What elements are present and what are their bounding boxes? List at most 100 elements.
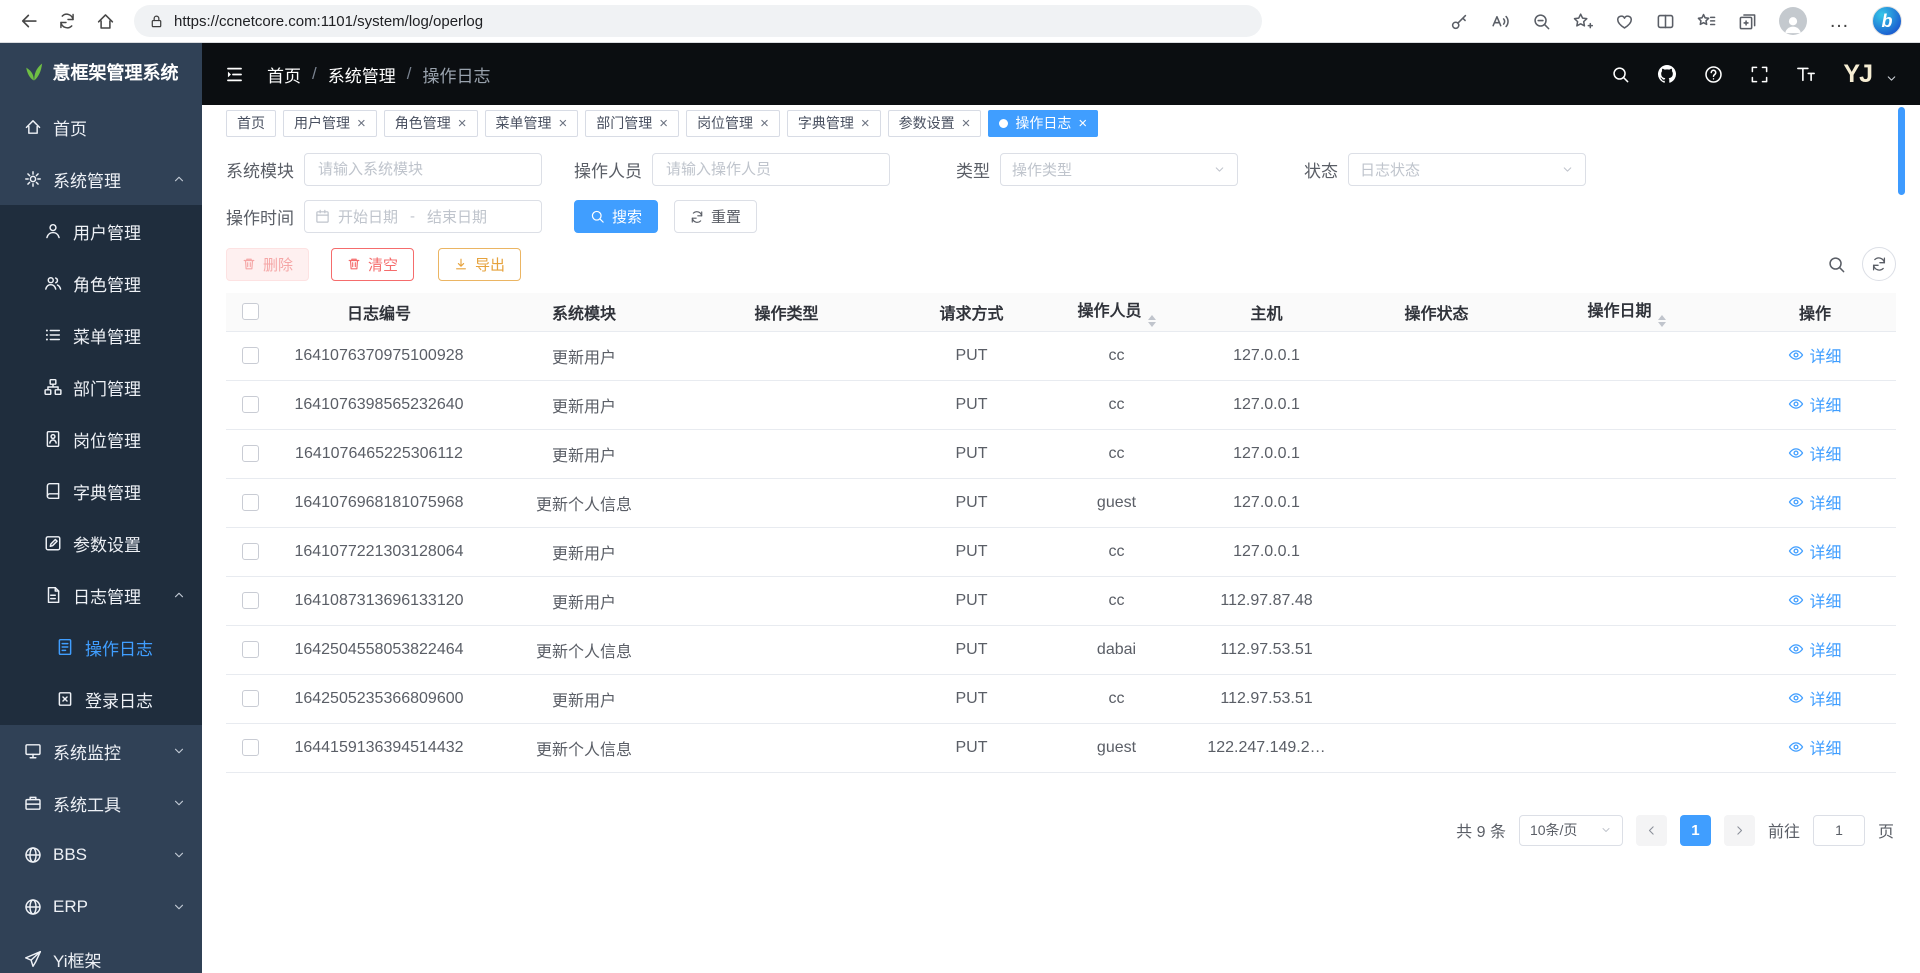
sidebar-item-departments[interactable]: 部门管理	[0, 361, 202, 413]
tab-post-mgmt[interactable]: 岗位管理×	[686, 110, 780, 137]
next-page-button[interactable]	[1724, 815, 1755, 846]
refresh-button[interactable]	[48, 2, 86, 40]
status-select[interactable]: 日志状态	[1348, 153, 1586, 186]
passwords-key-icon[interactable]	[1450, 12, 1469, 31]
detail-link[interactable]: 详细	[1788, 637, 1841, 661]
close-icon[interactable]: ×	[659, 116, 668, 131]
sidebar-item-loginlog[interactable]: 登录日志	[0, 673, 202, 725]
user-menu-caret-icon[interactable]	[1885, 72, 1898, 90]
row-checkbox[interactable]	[242, 739, 259, 756]
detail-link[interactable]: 详细	[1788, 343, 1841, 367]
zoom-out-icon[interactable]	[1532, 12, 1551, 31]
profile-avatar[interactable]	[1779, 7, 1807, 35]
delete-button[interactable]: 删除	[226, 248, 309, 281]
close-icon[interactable]: ×	[1078, 116, 1087, 131]
sort-icon[interactable]	[1658, 315, 1666, 327]
goto-page-input[interactable]	[1813, 815, 1865, 846]
row-checkbox[interactable]	[242, 592, 259, 609]
split-screen-icon[interactable]	[1656, 12, 1675, 31]
url-text[interactable]: https://ccnetcore.com:1101/system/log/op…	[174, 13, 483, 30]
back-button[interactable]	[10, 2, 48, 40]
date-range-picker[interactable]: 开始日期 - 结束日期	[304, 200, 542, 233]
search-button[interactable]: 搜索	[574, 200, 658, 233]
show-search-icon[interactable]	[1827, 255, 1846, 274]
sidebar-item-yi[interactable]: Yi框架	[0, 933, 202, 973]
select-all-checkbox[interactable]	[242, 303, 259, 320]
github-icon[interactable]	[1657, 64, 1677, 84]
col-date[interactable]: 操作日期	[1519, 293, 1734, 331]
sidebar-item-positions[interactable]: 岗位管理	[0, 413, 202, 465]
sort-icon[interactable]	[1148, 315, 1156, 327]
address-bar[interactable]: https://ccnetcore.com:1101/system/log/op…	[134, 5, 1262, 37]
operator-input[interactable]	[652, 153, 890, 186]
sidebar-item-dictionary[interactable]: 字典管理	[0, 465, 202, 517]
sidebar-item-monitor[interactable]: 系统监控	[0, 725, 202, 777]
prev-page-button[interactable]	[1636, 815, 1667, 846]
breadcrumb-home[interactable]: 首页	[267, 62, 301, 87]
row-checkbox[interactable]	[242, 543, 259, 560]
fullscreen-icon[interactable]	[1750, 65, 1769, 84]
sidebar-item-erp[interactable]: ERP	[0, 881, 202, 933]
sidebar-item-parameters[interactable]: 参数设置	[0, 517, 202, 569]
user-logo[interactable]: YJ	[1843, 62, 1872, 87]
sidebar-item-roles[interactable]: 角色管理	[0, 257, 202, 309]
home-button[interactable]	[86, 2, 124, 40]
detail-link[interactable]: 详细	[1788, 490, 1841, 514]
bing-copilot-icon[interactable]: b	[1872, 6, 1902, 36]
detail-link[interactable]: 详细	[1788, 686, 1841, 710]
browser-essentials-icon[interactable]	[1615, 12, 1634, 31]
reset-button[interactable]: 重置	[674, 200, 757, 233]
sidebar-item-logs[interactable]: 日志管理	[0, 569, 202, 621]
tab-param-settings[interactable]: 参数设置×	[888, 110, 982, 137]
col-operator[interactable]: 操作人员	[1054, 293, 1179, 331]
sidebar-fold-icon[interactable]	[224, 64, 245, 85]
scrollbar-thumb[interactable]	[1898, 107, 1905, 195]
detail-link[interactable]: 详细	[1788, 588, 1841, 612]
tab-dict-mgmt[interactable]: 字典管理×	[787, 110, 881, 137]
close-icon[interactable]: ×	[861, 116, 870, 131]
breadcrumb-system[interactable]: 系统管理	[328, 62, 396, 87]
sidebar-item-menus[interactable]: 菜单管理	[0, 309, 202, 361]
detail-link[interactable]: 详细	[1788, 735, 1841, 759]
close-icon[interactable]: ×	[357, 116, 366, 131]
tab-dept-mgmt[interactable]: 部门管理×	[585, 110, 679, 137]
tab-operlog[interactable]: 操作日志×	[988, 110, 1098, 137]
page-size-select[interactable]: 10条/页	[1519, 815, 1623, 846]
detail-link[interactable]: 详细	[1788, 539, 1841, 563]
clear-button[interactable]: 清空	[331, 248, 414, 281]
module-input[interactable]	[304, 153, 542, 186]
export-button[interactable]: 导出	[438, 248, 521, 281]
sidebar-item-operlog[interactable]: 操作日志	[0, 621, 202, 673]
close-icon[interactable]: ×	[458, 116, 467, 131]
sidebar-item-tools[interactable]: 系统工具	[0, 777, 202, 829]
detail-link[interactable]: 详细	[1788, 392, 1841, 416]
row-checkbox[interactable]	[242, 690, 259, 707]
page-number-button[interactable]: 1	[1680, 815, 1711, 846]
sidebar-item-users[interactable]: 用户管理	[0, 205, 202, 257]
sidebar-item-system[interactable]: 系统管理	[0, 153, 202, 205]
add-favorite-icon[interactable]	[1573, 12, 1593, 31]
collections-icon[interactable]	[1738, 12, 1757, 31]
sidebar-item-bbs[interactable]: BBS	[0, 829, 202, 881]
close-icon[interactable]: ×	[760, 116, 769, 131]
read-aloud-icon[interactable]	[1491, 12, 1510, 31]
row-checkbox[interactable]	[242, 396, 259, 413]
sidebar-item-home[interactable]: 首页	[0, 101, 202, 153]
row-checkbox[interactable]	[242, 445, 259, 462]
help-icon[interactable]	[1704, 65, 1723, 84]
tab-role-mgmt[interactable]: 角色管理×	[384, 110, 478, 137]
font-size-icon[interactable]	[1796, 64, 1816, 84]
row-checkbox[interactable]	[242, 641, 259, 658]
row-checkbox[interactable]	[242, 494, 259, 511]
favorites-icon[interactable]	[1697, 12, 1716, 31]
row-checkbox[interactable]	[242, 347, 259, 364]
close-icon[interactable]: ×	[962, 116, 971, 131]
type-select[interactable]: 操作类型	[1000, 153, 1238, 186]
tab-menu-mgmt[interactable]: 菜单管理×	[485, 110, 579, 137]
tab-home[interactable]: 首页	[226, 110, 276, 137]
more-options-icon[interactable]: …	[1829, 10, 1850, 33]
refresh-table-button[interactable]	[1862, 247, 1896, 281]
search-icon[interactable]	[1611, 65, 1630, 84]
close-icon[interactable]: ×	[559, 116, 568, 131]
detail-link[interactable]: 详细	[1788, 441, 1841, 465]
